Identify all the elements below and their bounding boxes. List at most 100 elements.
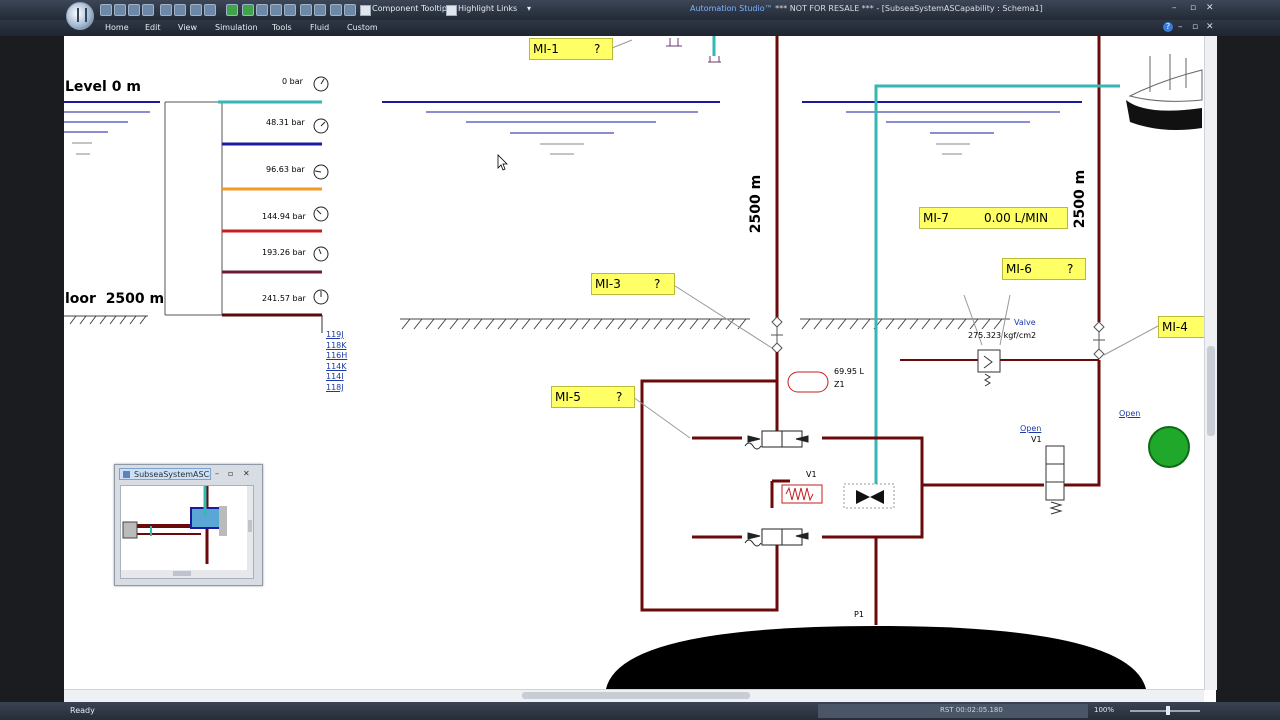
overview-minimize-button[interactable]: – xyxy=(215,469,219,478)
doc-restore-button[interactable]: ▫ xyxy=(1192,22,1198,32)
component-tooltip-checkbox[interactable] xyxy=(360,5,371,16)
forward-icon[interactable] xyxy=(314,4,326,16)
tag-mi4[interactable]: MI-4 xyxy=(1158,316,1204,338)
window-title: Automation Studio™ *** NOT FOR RESALE **… xyxy=(690,4,1043,13)
app-brand: Automation Studio™ xyxy=(690,4,773,13)
link-item[interactable]: 118J xyxy=(326,383,347,394)
depth-label-left: 2500 m xyxy=(748,174,764,234)
accumulator-z1 xyxy=(787,371,829,393)
zoom-slider-thumb[interactable] xyxy=(1166,706,1170,715)
link-item[interactable]: 114I xyxy=(326,372,347,383)
gauge-label-0: 0 bar xyxy=(282,77,303,86)
tag-name: MI-6 xyxy=(1006,262,1032,276)
vertical-scrollbar[interactable] xyxy=(1204,36,1217,690)
relief-valve-value: 275.323 kgf/cm2 xyxy=(968,331,1037,340)
grid-icon[interactable] xyxy=(344,4,356,16)
menu-simulation[interactable]: Simulation xyxy=(215,23,258,32)
tag-mi7[interactable]: MI-7 0.00 L/MIN xyxy=(919,207,1068,229)
sea-surface-middle xyxy=(382,101,720,155)
tag-mi5[interactable]: MI-5 ? xyxy=(551,386,635,408)
control-valve-v1 xyxy=(1045,445,1065,515)
rewind-icon[interactable] xyxy=(300,4,312,16)
close-button[interactable]: ✕ xyxy=(1206,3,1214,13)
schematic-drawing xyxy=(64,36,1203,689)
seafloor-left xyxy=(64,315,148,325)
tag-mi1[interactable]: MI-1 ? xyxy=(529,38,613,60)
link-list: 119J 118K 116H 114K 114I 118J xyxy=(326,330,347,393)
status-text: Ready xyxy=(70,706,95,715)
simulation-time: RST 00:02:05.180 xyxy=(940,706,1003,714)
stop-icon[interactable] xyxy=(270,4,282,16)
menu-fluid[interactable]: Fluid xyxy=(310,23,329,32)
pump-label: P1 xyxy=(854,610,864,619)
right-margin xyxy=(1216,36,1280,702)
status-bar: Ready RST 00:02:05.180 100% xyxy=(0,702,1280,720)
gauge-label-1: 48.31 bar xyxy=(266,118,305,127)
new-icon[interactable] xyxy=(128,4,140,16)
link-item[interactable]: 116H xyxy=(326,351,347,362)
print-icon[interactable] xyxy=(142,4,154,16)
doc-minimize-button[interactable]: – xyxy=(1178,22,1183,32)
reservoir-dome xyxy=(606,626,1146,689)
tag-value: ? xyxy=(616,390,623,404)
cut-icon[interactable] xyxy=(160,4,172,16)
help-icon[interactable]: ? xyxy=(1163,22,1173,32)
save-icon[interactable] xyxy=(100,4,112,16)
link-item[interactable]: 118K xyxy=(326,341,347,352)
highlight-links-checkbox[interactable] xyxy=(446,5,457,16)
undo-icon[interactable] xyxy=(190,4,202,16)
step-icon[interactable] xyxy=(284,4,296,16)
customize-quick-access-icon[interactable]: ▾ xyxy=(527,4,531,13)
tag-mi3[interactable]: MI-3 ? xyxy=(591,273,675,295)
tag-value: ? xyxy=(654,277,661,291)
ship-icon xyxy=(1126,54,1203,130)
schematic-canvas[interactable]: Level 0 m loor 2500 m 0 bar 48.31 bar 96… xyxy=(64,36,1204,689)
link-item[interactable]: 119J xyxy=(326,330,347,341)
sea-surface-right xyxy=(802,101,1082,155)
gauge-label-3: 144.94 bar xyxy=(262,212,306,221)
maximize-button[interactable]: ▫ xyxy=(1190,3,1196,13)
overview-window-title[interactable]: SubseaSystemASCa... xyxy=(119,468,211,480)
vertical-scrollbar-thumb[interactable] xyxy=(1207,346,1215,436)
level-bottom-label: loor 2500 m xyxy=(65,291,165,307)
link-item[interactable]: 114K xyxy=(326,362,347,373)
cylinder-label: V1 xyxy=(806,470,817,479)
level-top-label: Level 0 m xyxy=(65,79,141,95)
play-icon[interactable] xyxy=(226,4,238,16)
pause-icon[interactable] xyxy=(256,4,268,16)
open-link-indicator[interactable]: Open xyxy=(1119,409,1140,418)
seafloor-right xyxy=(800,318,1010,330)
gauge-label-2: 96.63 bar xyxy=(266,165,305,174)
tag-name: MI-7 xyxy=(923,211,949,225)
open-link-v1[interactable]: Open xyxy=(1020,424,1041,433)
green-indicator-light[interactable] xyxy=(1148,426,1190,468)
overview-window[interactable]: SubseaSystemASCa... – ▫ ✕ xyxy=(114,464,263,586)
directional-valve-top xyxy=(744,430,809,450)
accumulator-label: Z1 xyxy=(834,380,845,389)
overview-preview[interactable] xyxy=(120,485,254,579)
menu-tools[interactable]: Tools xyxy=(272,23,292,32)
tag-name: MI-5 xyxy=(555,390,581,404)
minimize-button[interactable]: – xyxy=(1172,3,1177,13)
doc-close-button[interactable]: ✕ xyxy=(1206,22,1214,32)
seafloor-middle xyxy=(400,318,750,330)
gauge-label-5: 241.57 bar xyxy=(262,294,306,303)
redo-icon[interactable] xyxy=(204,4,216,16)
overview-maximize-button[interactable]: ▫ xyxy=(228,469,233,478)
application-menu-button[interactable] xyxy=(66,2,94,30)
horizontal-scrollbar[interactable] xyxy=(64,689,1204,702)
horizontal-scrollbar-thumb[interactable] xyxy=(522,692,750,699)
graph-icon[interactable] xyxy=(330,4,342,16)
overview-close-button[interactable]: ✕ xyxy=(243,469,250,478)
menu-edit[interactable]: Edit xyxy=(145,23,161,32)
shutoff-valve xyxy=(843,483,895,509)
open-icon[interactable] xyxy=(114,4,126,16)
record-icon[interactable] xyxy=(242,4,254,16)
menu-view[interactable]: View xyxy=(178,23,197,32)
tag-mi6[interactable]: MI-6 ? xyxy=(1002,258,1086,280)
copy-icon[interactable] xyxy=(174,4,186,16)
menu-home[interactable]: Home xyxy=(105,23,129,32)
zoom-slider[interactable] xyxy=(1130,710,1200,712)
tag-value: ? xyxy=(594,42,601,56)
menu-custom[interactable]: Custom xyxy=(347,23,378,32)
